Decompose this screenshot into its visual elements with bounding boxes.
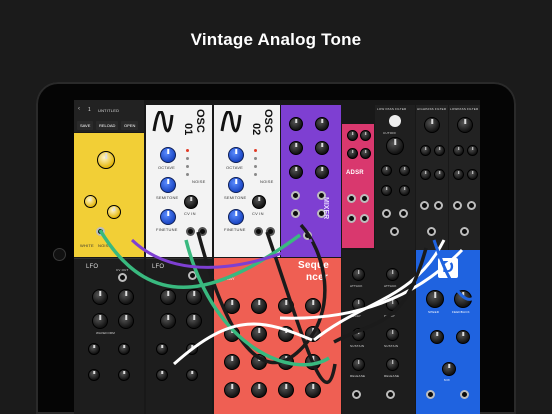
app-screen: ‹ 1 UNTITLED SAVE RELOAD OPEN WHITE NOIS… (74, 100, 480, 414)
cable-black[interactable] (333, 247, 428, 344)
promo-headline: Vintage Analog Tone (190, 30, 362, 49)
patch-cables (98, 223, 480, 384)
cable-white[interactable] (279, 248, 464, 320)
home-button[interactable] (53, 248, 66, 261)
